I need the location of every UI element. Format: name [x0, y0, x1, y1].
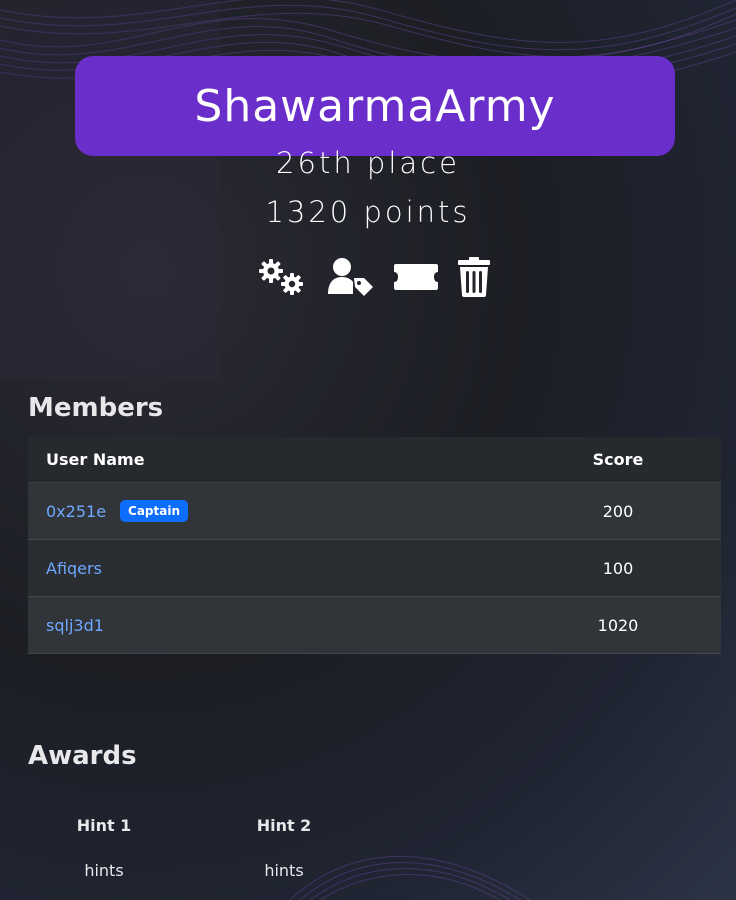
column-header-score: Score: [515, 437, 721, 483]
trash-icon[interactable]: [450, 256, 498, 298]
members-table: User Name Score 0x251e Captain 200 Afiqer…: [28, 437, 721, 654]
member-score: 100: [515, 539, 721, 597]
team-place: 26th place: [276, 146, 460, 180]
team-name: ShawarmaArmy: [194, 80, 556, 132]
team-actions: [0, 256, 736, 300]
member-link[interactable]: 0x251e: [46, 502, 106, 521]
award-name: Hint 2: [256, 816, 312, 835]
member-score: 200: [515, 482, 721, 540]
team-name-banner: ShawarmaArmy: [75, 56, 675, 156]
gears-icon[interactable]: [258, 256, 306, 298]
captain-badge: Captain: [120, 500, 189, 522]
members-heading: Members: [28, 393, 164, 423]
table-row: 0x251e Captain 200: [28, 482, 721, 540]
awards-heading: Awards: [28, 741, 137, 771]
member-link[interactable]: sqlj3d1: [46, 616, 104, 635]
column-header-user-name: User Name: [28, 437, 515, 483]
team-page: ShawarmaArmy 26th place 1320 points Memb…: [0, 0, 736, 900]
user-tag-icon[interactable]: [326, 256, 374, 298]
ticket-icon[interactable]: [392, 256, 440, 298]
award-category: hints: [264, 861, 304, 880]
award-item: Hint 2 hints: [209, 816, 359, 880]
award-category: hints: [84, 861, 124, 880]
table-row: sqlj3d1 1020: [28, 596, 721, 654]
member-name-cell: 0x251e Captain: [28, 482, 515, 540]
award-item: Hint 1 hints: [29, 816, 179, 880]
award-name: Hint 1: [76, 816, 132, 835]
member-link[interactable]: Afiqers: [46, 559, 102, 578]
team-points: 1320 points: [265, 195, 471, 229]
member-score: 1020: [515, 596, 721, 654]
member-name-cell: Afiqers: [28, 539, 515, 597]
members-table-header: User Name Score: [28, 437, 721, 483]
member-name-cell: sqlj3d1: [28, 596, 515, 654]
table-row: Afiqers 100: [28, 539, 721, 597]
